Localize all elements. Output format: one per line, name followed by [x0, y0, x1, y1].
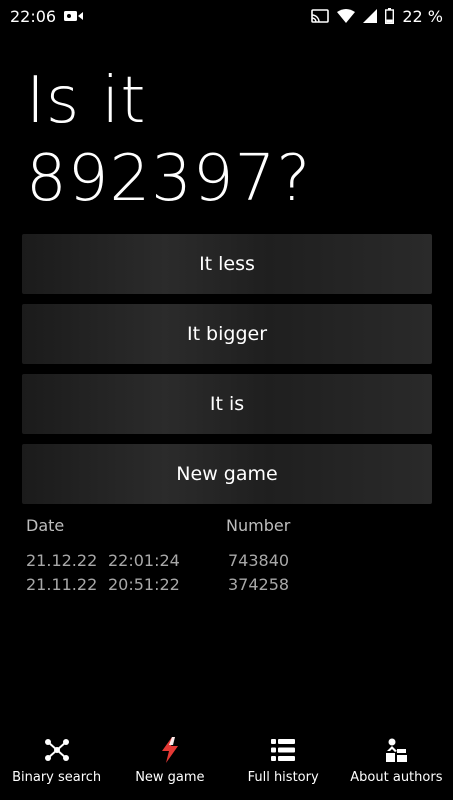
- video-camera-icon: [64, 9, 84, 23]
- nav-full-history[interactable]: Full history: [227, 732, 340, 785]
- history-header-number: Number: [226, 516, 291, 535]
- question-line-2: 892397?: [26, 142, 312, 216]
- guess-question: Is it 892397?: [26, 62, 436, 218]
- nav-label: Full history: [247, 770, 319, 785]
- nav-label: New game: [135, 770, 205, 785]
- cast-icon: [311, 9, 330, 23]
- nav-new-game[interactable]: New game: [113, 732, 226, 785]
- wifi-icon: [337, 9, 356, 23]
- history-header-date: Date: [26, 516, 65, 535]
- status-time: 22:06: [10, 6, 57, 26]
- list-icon: [271, 736, 296, 764]
- battery-icon: [385, 8, 395, 24]
- history-date: 21.11.22: [26, 575, 98, 594]
- nav-label: Binary search: [12, 770, 102, 785]
- battery-percent: 22 %: [402, 6, 443, 26]
- binary-search-icon: [44, 736, 70, 764]
- signal-icon: [363, 9, 378, 23]
- question-line-1: Is it: [26, 64, 147, 138]
- history-date: 21.12.22: [26, 551, 98, 570]
- nav-about-authors[interactable]: About authors: [340, 732, 453, 785]
- history-number: 374258: [228, 575, 290, 594]
- new-game-button[interactable]: New game: [22, 444, 432, 504]
- lightning-icon: [160, 736, 180, 764]
- it-is-button[interactable]: It is: [22, 374, 432, 434]
- nav-binary-search[interactable]: Binary search: [0, 732, 113, 785]
- it-bigger-button[interactable]: It bigger: [22, 304, 432, 364]
- history-time: 22:01:24: [108, 551, 180, 570]
- bottom-navigation: Binary search New game Full history Abou…: [0, 732, 453, 800]
- nav-label: About authors: [350, 770, 443, 785]
- it-less-button[interactable]: It less: [22, 234, 432, 294]
- status-bar: 22:06 22 %: [0, 0, 453, 32]
- history-time: 20:51:22: [108, 575, 180, 594]
- people-icon: [383, 736, 409, 764]
- history-number: 743840: [228, 551, 290, 570]
